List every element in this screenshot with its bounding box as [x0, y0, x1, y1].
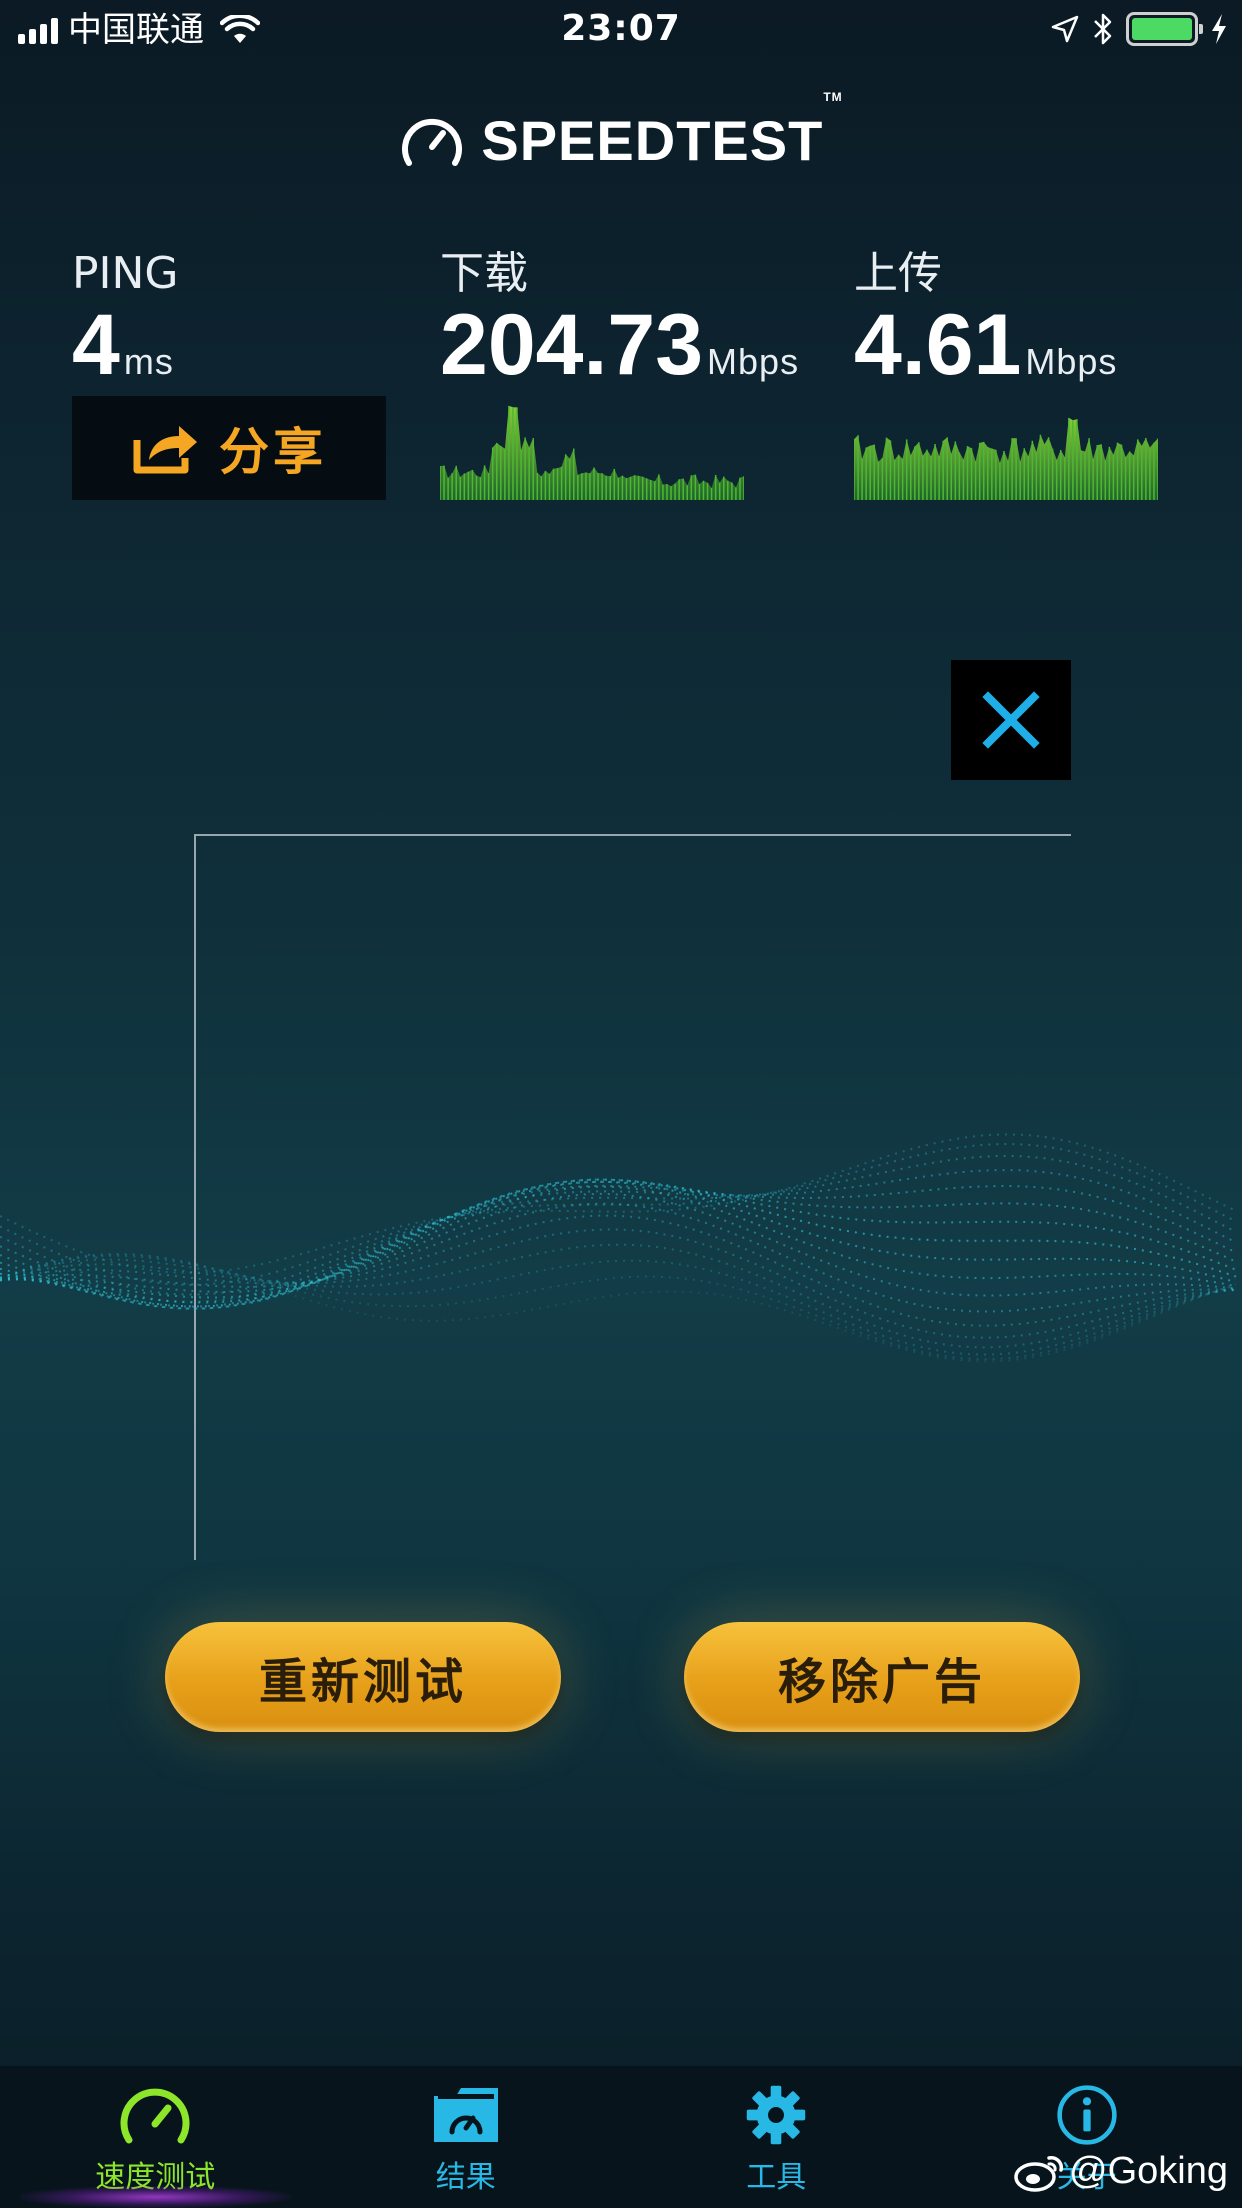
tab-results-label: 结果 — [435, 2160, 496, 2195]
tab-speed-test-label: 速度测试 — [95, 2160, 216, 2195]
ping-label: PING — [72, 248, 179, 299]
charging-bolt-icon — [1212, 14, 1226, 44]
download-sparkline — [440, 405, 744, 500]
wave-strand — [0, 1180, 1237, 1304]
upload-value-row: 4.61 Mbps — [854, 300, 1117, 407]
close-icon — [982, 691, 1040, 749]
upload-sparkline — [854, 417, 1158, 500]
info-icon — [1057, 2085, 1117, 2145]
trademark-mark: TM — [823, 90, 843, 104]
upload-unit: Mbps — [1025, 341, 1118, 382]
download-label: 下载 — [440, 248, 528, 299]
upload-value: 4.61 — [854, 297, 1022, 393]
remove-ads-label: 移除广告 — [777, 1654, 986, 1710]
weibo-watermark: @Goking — [1013, 2150, 1228, 2193]
ping-value: 4 — [72, 297, 120, 393]
retest-label: 重新测试 — [258, 1654, 467, 1710]
status-bar: 中国联通 23:07 — [0, 0, 1242, 60]
remove-ads-button[interactable]: 移除广告 — [684, 1622, 1080, 1732]
bluetooth-icon — [1094, 13, 1112, 45]
location-arrow-icon — [1051, 15, 1079, 43]
weibo-icon — [1014, 2155, 1064, 2192]
app-brand: SPEEDTESTTM — [0, 90, 1242, 173]
share-label: 分享 — [219, 423, 327, 481]
upload-label: 上传 — [854, 248, 942, 299]
sparkline-area — [440, 405, 744, 500]
results-folder-icon — [433, 2088, 498, 2142]
wave-strand — [0, 1154, 1237, 1296]
wave-strand — [0, 1243, 1237, 1349]
retest-button[interactable]: 重新测试 — [165, 1622, 561, 1732]
download-unit: Mbps — [707, 341, 800, 382]
brand-name: SPEEDTESTTM — [481, 90, 843, 172]
download-metric: 下载 204.73 Mbps — [440, 248, 799, 407]
download-value: 204.73 — [440, 297, 704, 393]
ping-value-row: 4 ms — [72, 300, 179, 407]
tab-speed-test[interactable]: 速度测试 — [0, 2066, 311, 2208]
wave-strand — [0, 1133, 1237, 1274]
watermark-text: @Goking — [1069, 2150, 1228, 2192]
wave-strand — [0, 1254, 1237, 1356]
tab-tools-label: 工具 — [746, 2160, 807, 2195]
share-icon — [133, 426, 197, 474]
tab-tools[interactable]: 工具 — [621, 2066, 932, 2208]
gear-icon — [747, 2085, 806, 2145]
close-ad-button[interactable] — [951, 660, 1071, 780]
ping-unit: ms — [123, 341, 174, 382]
status-right — [1050, 12, 1228, 46]
speedometer-logo-icon — [402, 118, 463, 166]
download-value-row: 204.73 Mbps — [440, 300, 799, 407]
wave-strand — [0, 1142, 1237, 1286]
wave-strand — [0, 1178, 1237, 1308]
tab-results[interactable]: 结果 — [311, 2066, 622, 2208]
wave-strand — [0, 1169, 1237, 1303]
share-button[interactable]: 分享 — [72, 396, 386, 500]
battery-icon — [1126, 12, 1203, 46]
upload-metric: 上传 4.61 Mbps — [854, 248, 1117, 407]
wave-strand — [0, 1184, 1237, 1308]
particle-wave-decoration — [0, 1133, 1237, 1363]
ping-metric: PING 4 ms — [72, 248, 179, 407]
wave-strand — [0, 1185, 1237, 1299]
speedometer-icon — [120, 2088, 190, 2144]
sparkline-area — [854, 417, 1158, 500]
wave-strand — [0, 1214, 1237, 1327]
